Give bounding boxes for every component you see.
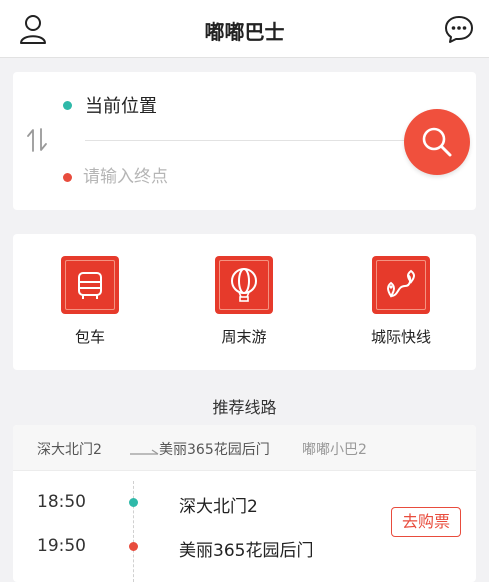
start-stop-name: 深大北门2 xyxy=(179,497,258,517)
service-intercity-express[interactable]: 城际快线 xyxy=(346,256,456,347)
services-card: 包车 周末游 城际快线 xyxy=(13,234,476,370)
start-point-dot xyxy=(63,101,72,110)
hot-air-balloon-icon xyxy=(215,256,273,314)
departure-time: 18:50 xyxy=(37,492,86,512)
route-card[interactable]: 深大北门2 美丽365花园后门 嘟嘟小巴2 18:50 深大北门2 19:50 … xyxy=(13,425,476,582)
divider xyxy=(85,140,405,141)
bus-name: 嘟嘟小巴2 xyxy=(302,442,367,458)
end-point-dot xyxy=(63,173,72,182)
service-charter[interactable]: 包车 xyxy=(35,256,145,347)
section-title: 推荐线路 xyxy=(212,398,277,417)
end-stop-name: 美丽365花园后门 xyxy=(179,541,314,561)
service-label: 周末游 xyxy=(221,328,267,346)
current-location-field[interactable]: 当前位置 xyxy=(85,92,157,118)
arrow-right-icon xyxy=(128,443,162,455)
route-search-card: 当前位置 xyxy=(13,72,476,210)
service-label: 城际快线 xyxy=(370,328,431,346)
app-title: 嘟嘟巴士 xyxy=(204,20,285,44)
destination-input[interactable] xyxy=(83,162,383,192)
bus-icon xyxy=(61,256,119,314)
route-icon xyxy=(372,256,430,314)
service-label: 包车 xyxy=(74,328,105,346)
route-header: 深大北门2 美丽365花园后门 嘟嘟小巴2 xyxy=(13,425,476,471)
start-stop-dot xyxy=(129,498,138,507)
swap-arrows-icon[interactable] xyxy=(25,127,49,153)
end-stop-dot xyxy=(129,542,138,551)
search-button[interactable] xyxy=(404,109,470,175)
search-icon xyxy=(422,127,452,157)
route-timeline xyxy=(133,481,134,582)
top-bar: 嘟嘟巴士 xyxy=(0,0,489,58)
chat-bubble-icon[interactable] xyxy=(443,14,475,44)
route-from: 深大北门2 xyxy=(37,442,102,458)
route-to: 美丽365花园后门 xyxy=(159,442,270,458)
arrival-time: 19:50 xyxy=(37,536,86,556)
buy-ticket-button[interactable]: 去购票 xyxy=(391,507,461,537)
service-weekend-trip[interactable]: 周末游 xyxy=(189,256,299,347)
